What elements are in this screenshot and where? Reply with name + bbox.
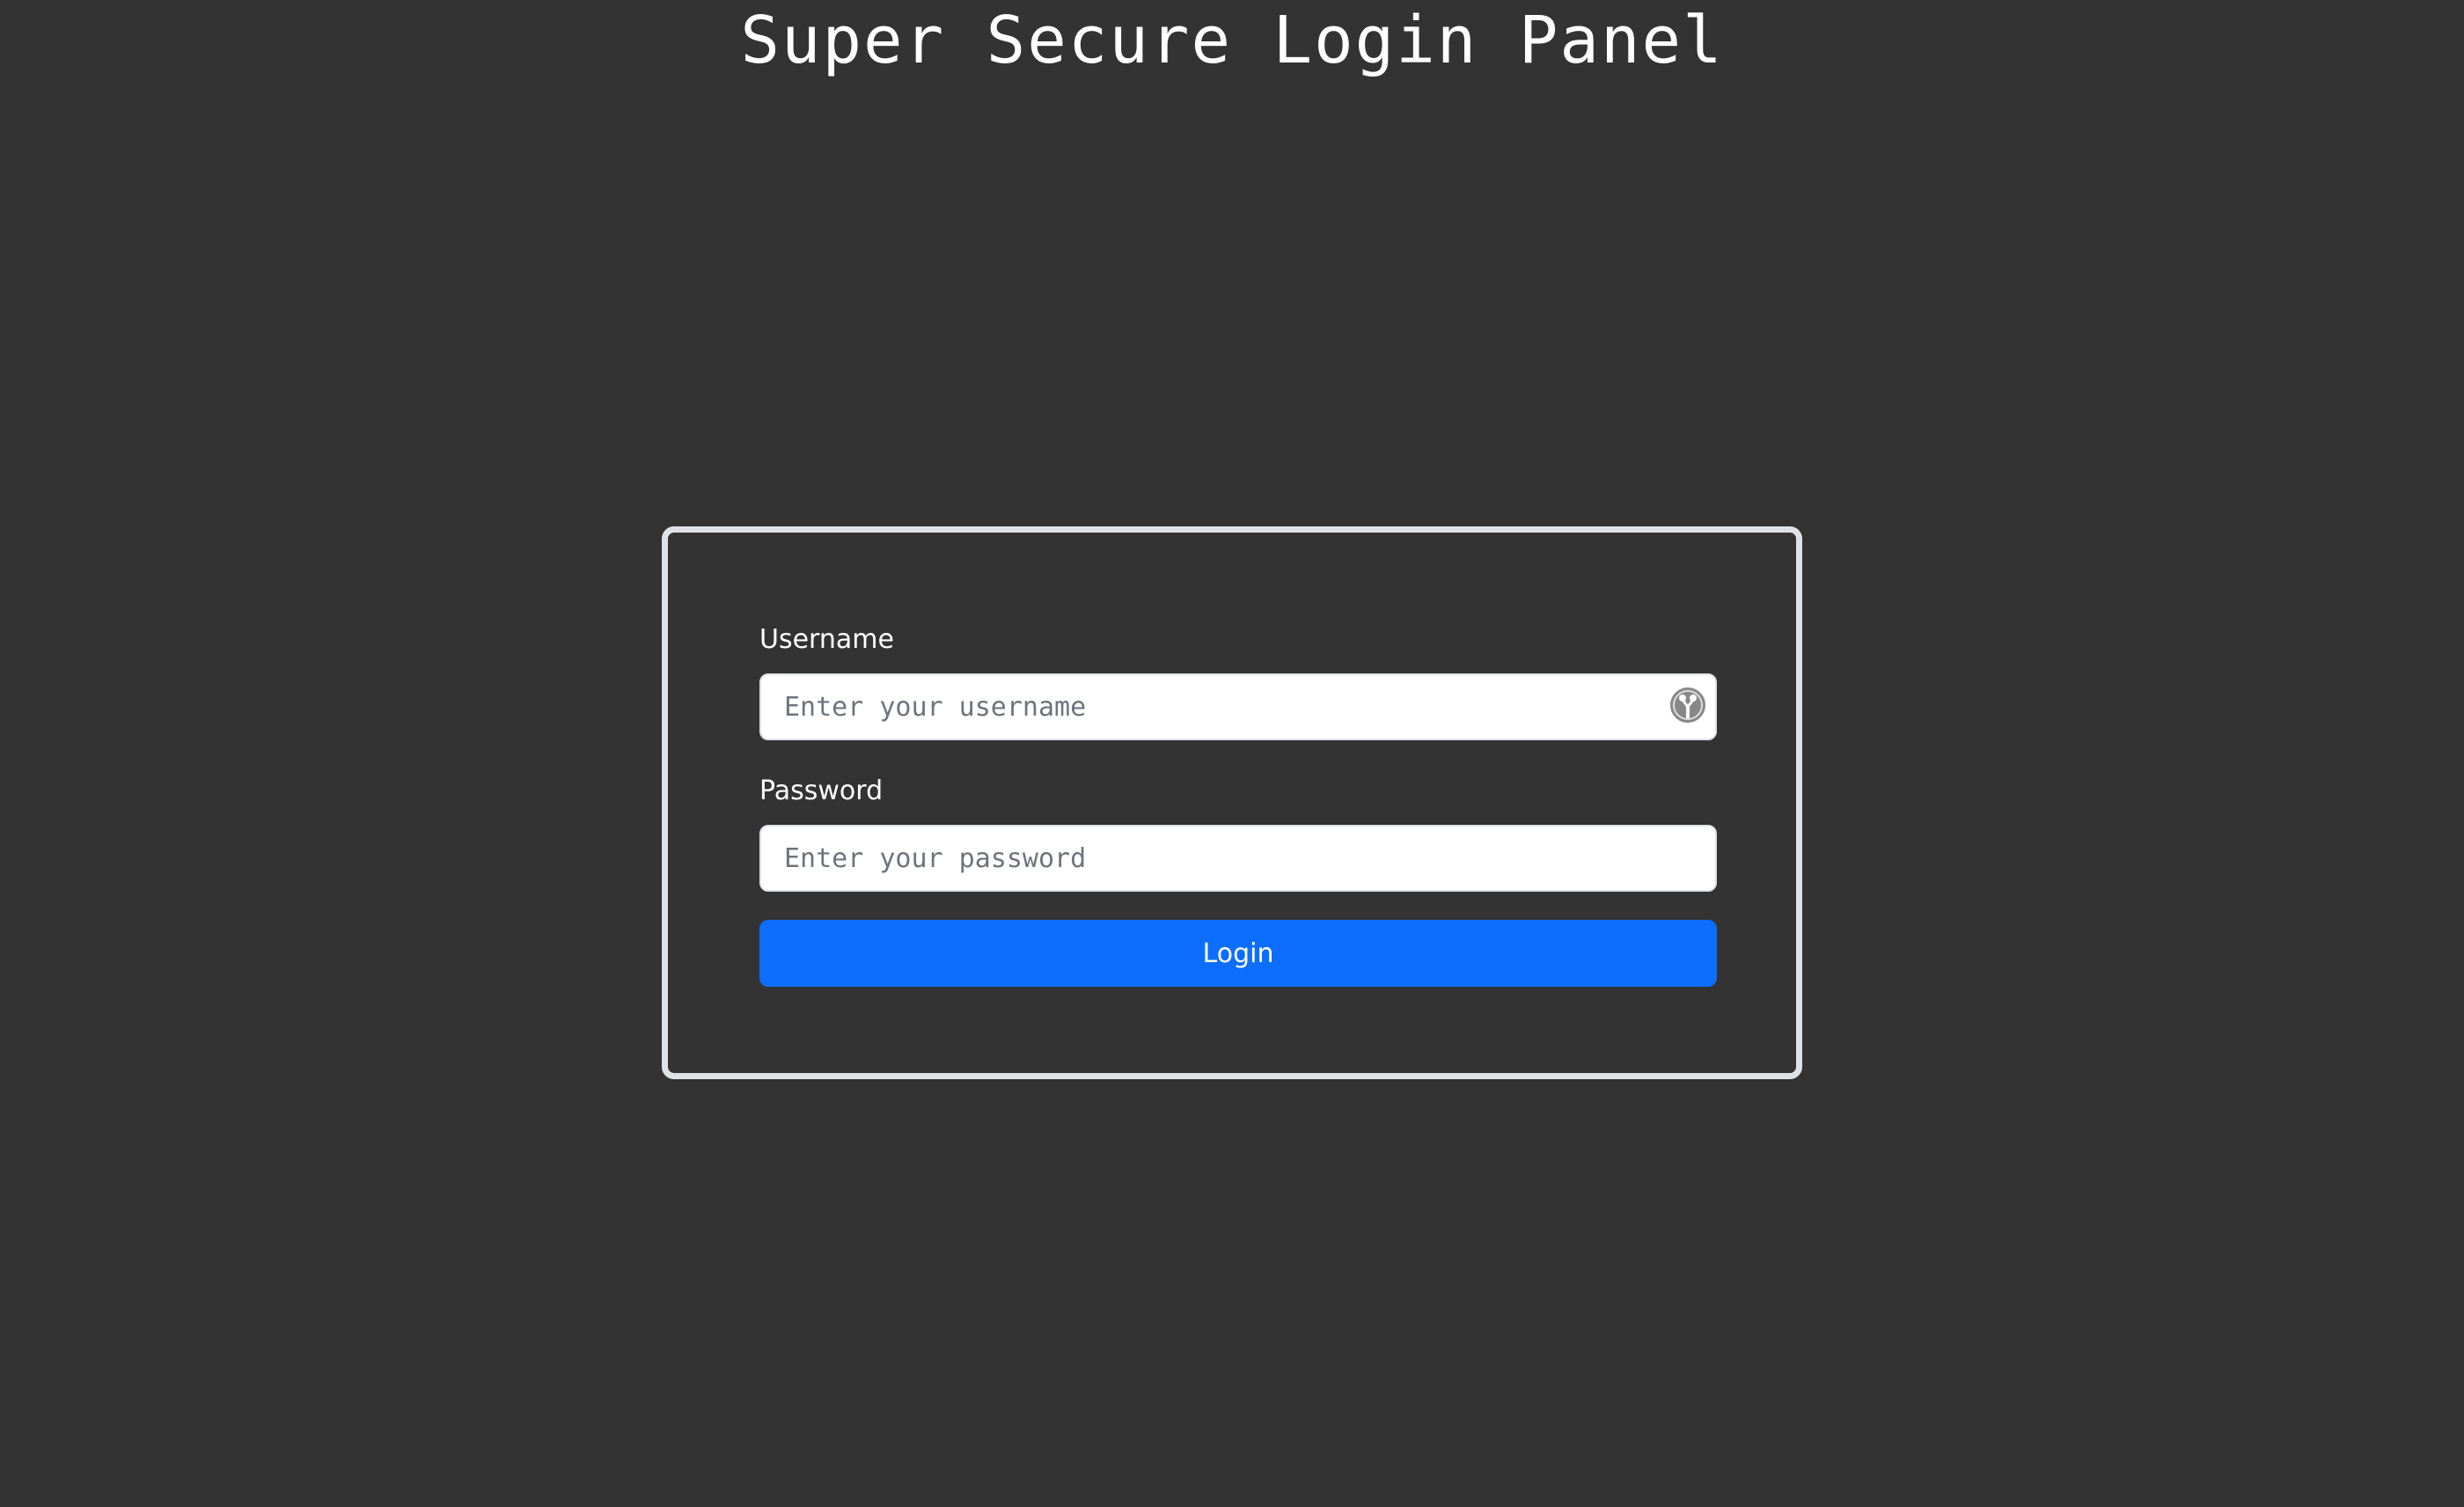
password-manager-key-icon[interactable]: [1668, 685, 1708, 725]
login-card: Username Password Login: [662, 526, 1802, 1079]
password-label: Password: [759, 776, 884, 806]
username-input[interactable]: [759, 673, 1717, 740]
password-input[interactable]: [759, 825, 1717, 892]
username-label: Username: [759, 624, 894, 655]
page-title: Super Secure Login Panel: [740, 3, 1724, 78]
login-button[interactable]: Login: [759, 920, 1717, 987]
